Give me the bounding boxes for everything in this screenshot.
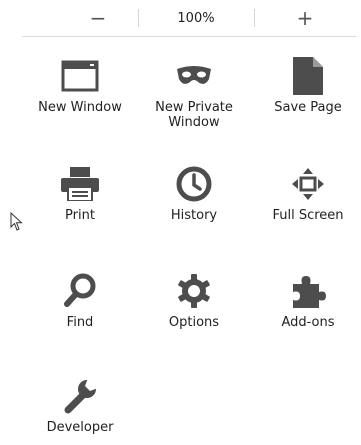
gear-icon (174, 271, 214, 311)
menu-item-print[interactable]: Print (30, 164, 130, 223)
menu-item-label: Find (66, 315, 94, 330)
magnifier-icon (60, 271, 100, 311)
menu-item-history[interactable]: History (144, 164, 244, 223)
menu-item-full-screen[interactable]: Full Screen (258, 164, 358, 223)
menu-item-new-window[interactable]: New Window (30, 56, 130, 115)
menu-item-label: Developer (46, 420, 114, 435)
menu-item-label: Save Page (274, 100, 342, 115)
mask-icon (174, 56, 214, 96)
zoom-in-button[interactable]: + (254, 0, 356, 36)
puzzle-icon (288, 271, 328, 311)
menu-item-find[interactable]: Find (30, 271, 130, 330)
menu-item-label: History (170, 208, 218, 223)
wrench-icon (60, 376, 100, 416)
menu-item-add-ons[interactable]: Add-ons (258, 271, 358, 330)
window-icon (60, 56, 100, 96)
menu-item-save-page[interactable]: Save Page (258, 56, 358, 115)
menu-item-label: Add-ons (281, 315, 335, 330)
zoom-out-button[interactable]: − (58, 0, 138, 36)
menu-item-label: Print (65, 208, 95, 223)
printer-icon (60, 164, 100, 204)
menu-item-new-private-window[interactable]: New Private Window (144, 56, 244, 130)
zoom-reset-button[interactable]: 100% (138, 0, 254, 36)
clock-icon (174, 164, 214, 204)
menu-item-label: New Private Window (155, 100, 233, 130)
menu-item-developer[interactable]: Developer (30, 376, 130, 435)
menu-item-label: Options (168, 315, 220, 330)
document-icon (288, 56, 328, 96)
zoom-controls: − 100% + (22, 0, 356, 37)
fullscreen-icon (288, 164, 328, 204)
mouse-cursor-icon (10, 212, 23, 231)
menu-item-label: Full Screen (272, 208, 344, 223)
menu-item-options[interactable]: Options (144, 271, 244, 330)
menu-item-label: New Window (38, 100, 122, 115)
